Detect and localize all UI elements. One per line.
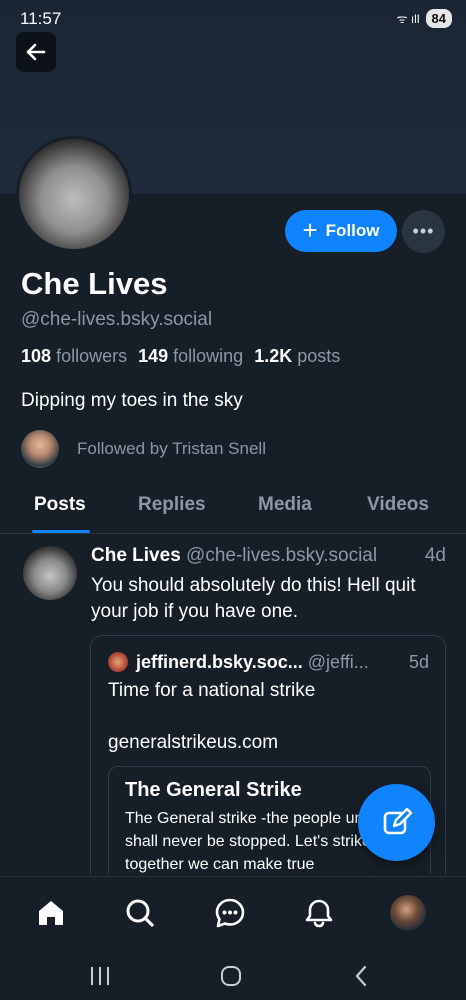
post-avatar[interactable]: [23, 546, 77, 600]
recents-icon: [91, 967, 109, 985]
tab-posts[interactable]: Posts: [34, 494, 86, 516]
post-handle: @che-lives.bsky.social: [186, 545, 378, 566]
compose-button[interactable]: [358, 784, 435, 861]
followed-by[interactable]: Followed by Tristan Snell: [21, 430, 266, 468]
nav-notifications[interactable]: [301, 895, 337, 931]
posts-stat: 1.2K posts: [254, 346, 341, 366]
system-navigation-bar: [0, 950, 466, 1000]
follow-button[interactable]: + Follow: [285, 210, 397, 252]
arrow-left-icon: [26, 43, 46, 61]
quote-text: Time for a national strike: [108, 680, 316, 701]
home-icon: [39, 901, 63, 925]
chevron-left-icon: [355, 965, 367, 987]
active-tab-indicator: [32, 530, 90, 533]
quote-header: jeffinerd.bsky.soc... @jeffi...: [136, 652, 369, 673]
status-bar: 11:57 ᯤ ıll 84: [0, 0, 466, 40]
home-circle-icon: [221, 966, 241, 986]
quote-link[interactable]: generalstrikeus.com: [108, 732, 278, 754]
bottom-navigation: [0, 876, 466, 950]
status-time: 11:57: [20, 9, 62, 28]
tab-videos[interactable]: Videos: [367, 494, 429, 516]
more-options-button[interactable]: •••: [402, 210, 445, 253]
profile-tabs: Posts Replies Media Videos: [0, 480, 466, 534]
quote-author: jeffinerd.bsky.soc...: [136, 652, 303, 672]
embed-title: The General Strike: [125, 779, 302, 801]
profile-name: Che Lives: [21, 266, 168, 301]
followers-stat[interactable]: 108 followers: [21, 346, 127, 367]
following-stat[interactable]: 149 following: [138, 346, 243, 367]
profile-avatar[interactable]: [16, 136, 132, 252]
bell-icon: [305, 899, 333, 928]
chat-icon: [215, 898, 245, 928]
followed-by-text: Followed by Tristan Snell: [77, 439, 266, 458]
search-icon: [126, 899, 154, 927]
status-icons: ᯤ ıll 84: [397, 9, 452, 28]
plus-icon: +: [302, 215, 318, 245]
nav-home[interactable]: [33, 895, 69, 931]
profile-handle: @che-lives.bsky.social: [21, 309, 213, 330]
battery-icon: 84: [425, 9, 452, 28]
nav-profile-avatar: [390, 895, 426, 931]
quote-avatar: [108, 652, 128, 672]
tab-media[interactable]: Media: [258, 494, 312, 516]
follow-label: Follow: [325, 221, 380, 240]
post-text: You should absolutely do this! Hell quit…: [91, 575, 416, 622]
nav-profile[interactable]: [390, 895, 426, 931]
compose-icon: [383, 807, 412, 834]
profile-bio: Dipping my toes in the sky: [21, 390, 243, 411]
tab-replies[interactable]: Replies: [138, 494, 206, 516]
recents-button[interactable]: [80, 958, 120, 994]
quote-time: 5d: [408, 652, 429, 672]
nav-search[interactable]: [122, 895, 158, 931]
profile-avatar-image: [19, 139, 129, 249]
post-time: 4d: [424, 545, 446, 566]
signal-icon: ᯤ ıll: [396, 12, 420, 26]
home-system-button[interactable]: [211, 958, 251, 994]
system-back-button[interactable]: [342, 958, 382, 994]
post-author[interactable]: Che Lives: [91, 545, 181, 566]
follower-avatar: [21, 430, 59, 468]
post-header: Che Lives @che-lives.bsky.social: [91, 545, 451, 567]
nav-chat[interactable]: [212, 895, 248, 931]
profile-stats: 108 followers 149 following 1.2K posts: [21, 346, 340, 367]
quote-handle: @jeffi...: [307, 652, 369, 672]
back-button[interactable]: [16, 32, 56, 72]
